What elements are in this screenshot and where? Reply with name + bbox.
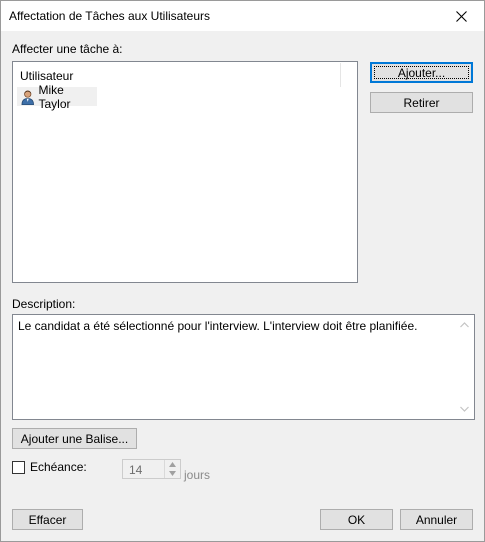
spin-down-button[interactable] (165, 469, 180, 478)
description-scrollbar[interactable] (456, 316, 473, 418)
close-icon (455, 10, 467, 22)
column-header-label: Utilisateur (20, 69, 74, 83)
remove-button-label: Retirer (403, 95, 440, 110)
add-button[interactable]: Ajouter... (370, 62, 473, 83)
description-text: Le candidat a été sélectionné pour l'int… (18, 319, 418, 333)
clear-button-label: Effacer (28, 512, 67, 527)
assign-label: Affecter une tâche à: (12, 42, 123, 56)
add-tag-button[interactable]: Ajouter une Balise... (12, 428, 137, 449)
close-button[interactable] (438, 1, 484, 31)
scroll-up-icon (460, 322, 469, 328)
ok-button[interactable]: OK (320, 509, 393, 530)
deadline-unit-label: jours (184, 468, 211, 482)
spin-up-button[interactable] (165, 460, 180, 469)
window-title: Affectation de Tâches aux Utilisateurs (9, 9, 210, 23)
dialog-window: Affectation de Tâches aux Utilisateurs A… (0, 0, 485, 542)
deadline-days-spinbox[interactable]: 14 (122, 459, 181, 479)
spin-down-icon (169, 471, 176, 476)
clear-button[interactable]: Effacer (12, 509, 83, 530)
user-listbox[interactable]: Utilisateur Mike Taylor (12, 61, 358, 283)
user-icon (21, 90, 34, 105)
deadline-checkbox[interactable] (12, 461, 25, 474)
cancel-button[interactable]: Annuler (400, 509, 473, 530)
title-bar: Affectation de Tâches aux Utilisateurs (1, 1, 484, 31)
scroll-down-icon (460, 406, 469, 412)
user-name: Mike Taylor (38, 82, 71, 111)
spin-up-icon (169, 462, 176, 467)
remove-button[interactable]: Retirer (370, 92, 473, 113)
deadline-days-value: 14 (129, 463, 143, 477)
list-item[interactable]: Mike Taylor (17, 83, 97, 111)
add-tag-button-label: Ajouter une Balise... (20, 431, 129, 446)
spin-buttons (164, 460, 180, 478)
ok-button-label: OK (347, 512, 366, 527)
deadline-label: Echéance: (30, 460, 87, 474)
focus-rectangle (374, 66, 469, 79)
description-label: Description: (12, 297, 76, 311)
cancel-button-label: Annuler (415, 512, 458, 527)
description-textarea[interactable]: Le candidat a été sélectionné pour l'int… (12, 314, 475, 420)
